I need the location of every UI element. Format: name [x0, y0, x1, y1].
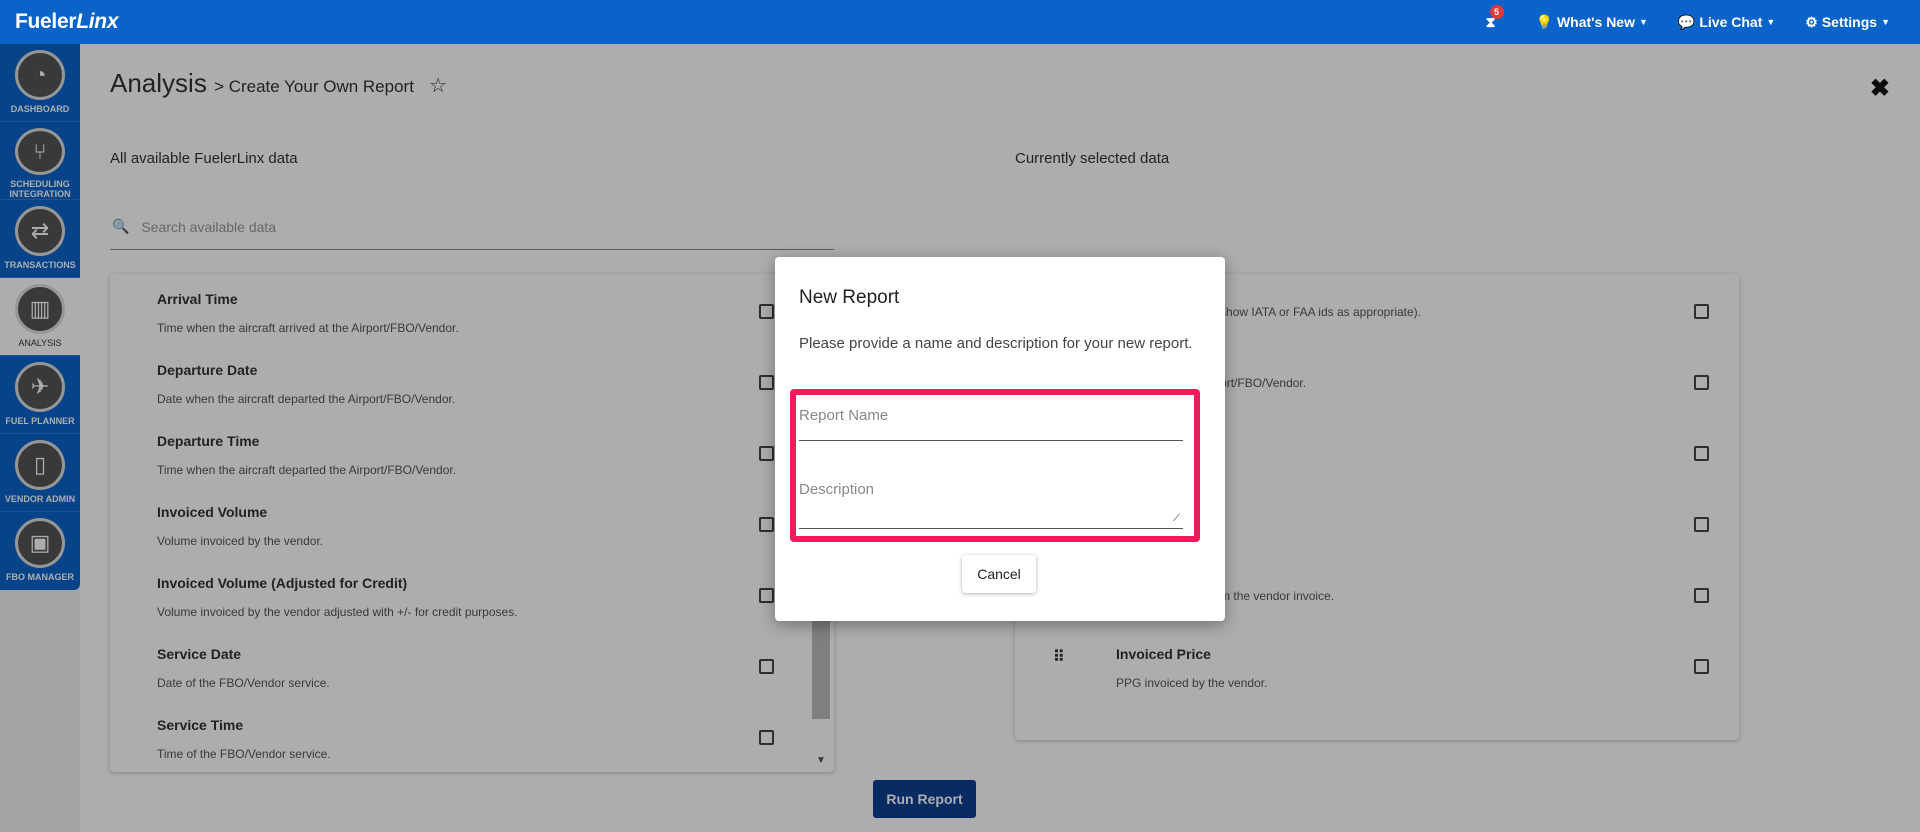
top-nav-menu: ⧗ 5 💡 What's New ▼ 💬 Live Chat ▼ ⚙ Setti… — [1486, 4, 1890, 31]
gear-icon: ⚙ — [1805, 13, 1818, 30]
dialog-title: New Report — [799, 287, 900, 308]
notifications-button[interactable]: ⧗ 5 — [1486, 4, 1504, 31]
top-navbar: FuelerLinx ⧗ 5 💡 What's New ▼ 💬 Live Cha… — [0, 0, 1920, 44]
settings-menu[interactable]: ⚙ Settings ▼ — [1805, 14, 1890, 31]
caret-down-icon: ▼ — [1638, 17, 1648, 27]
dialog-message: Please provide a name and description fo… — [799, 335, 1193, 352]
live-chat-menu[interactable]: 💬 Live Chat ▼ — [1678, 14, 1775, 31]
lightbulb-icon: 💡 — [1535, 13, 1553, 30]
caret-down-icon: ▼ — [1881, 17, 1890, 27]
cancel-button[interactable]: Cancel — [962, 555, 1036, 593]
notification-badge: 5 — [1489, 4, 1504, 19]
caret-down-icon: ▼ — [1766, 17, 1776, 27]
description-field[interactable]: Description ⟋ — [799, 481, 1183, 529]
chat-icon: 💬 — [1677, 13, 1696, 30]
fuelerlinx-logo[interactable]: FuelerLinx — [15, 10, 119, 34]
new-report-dialog: New Report Please provide a name and des… — [775, 257, 1225, 621]
whats-new-menu[interactable]: 💡 What's New ▼ — [1536, 14, 1648, 31]
report-name-field[interactable]: Report Name — [799, 407, 1183, 441]
resize-handle-icon[interactable]: ⟋ — [1173, 513, 1180, 524]
